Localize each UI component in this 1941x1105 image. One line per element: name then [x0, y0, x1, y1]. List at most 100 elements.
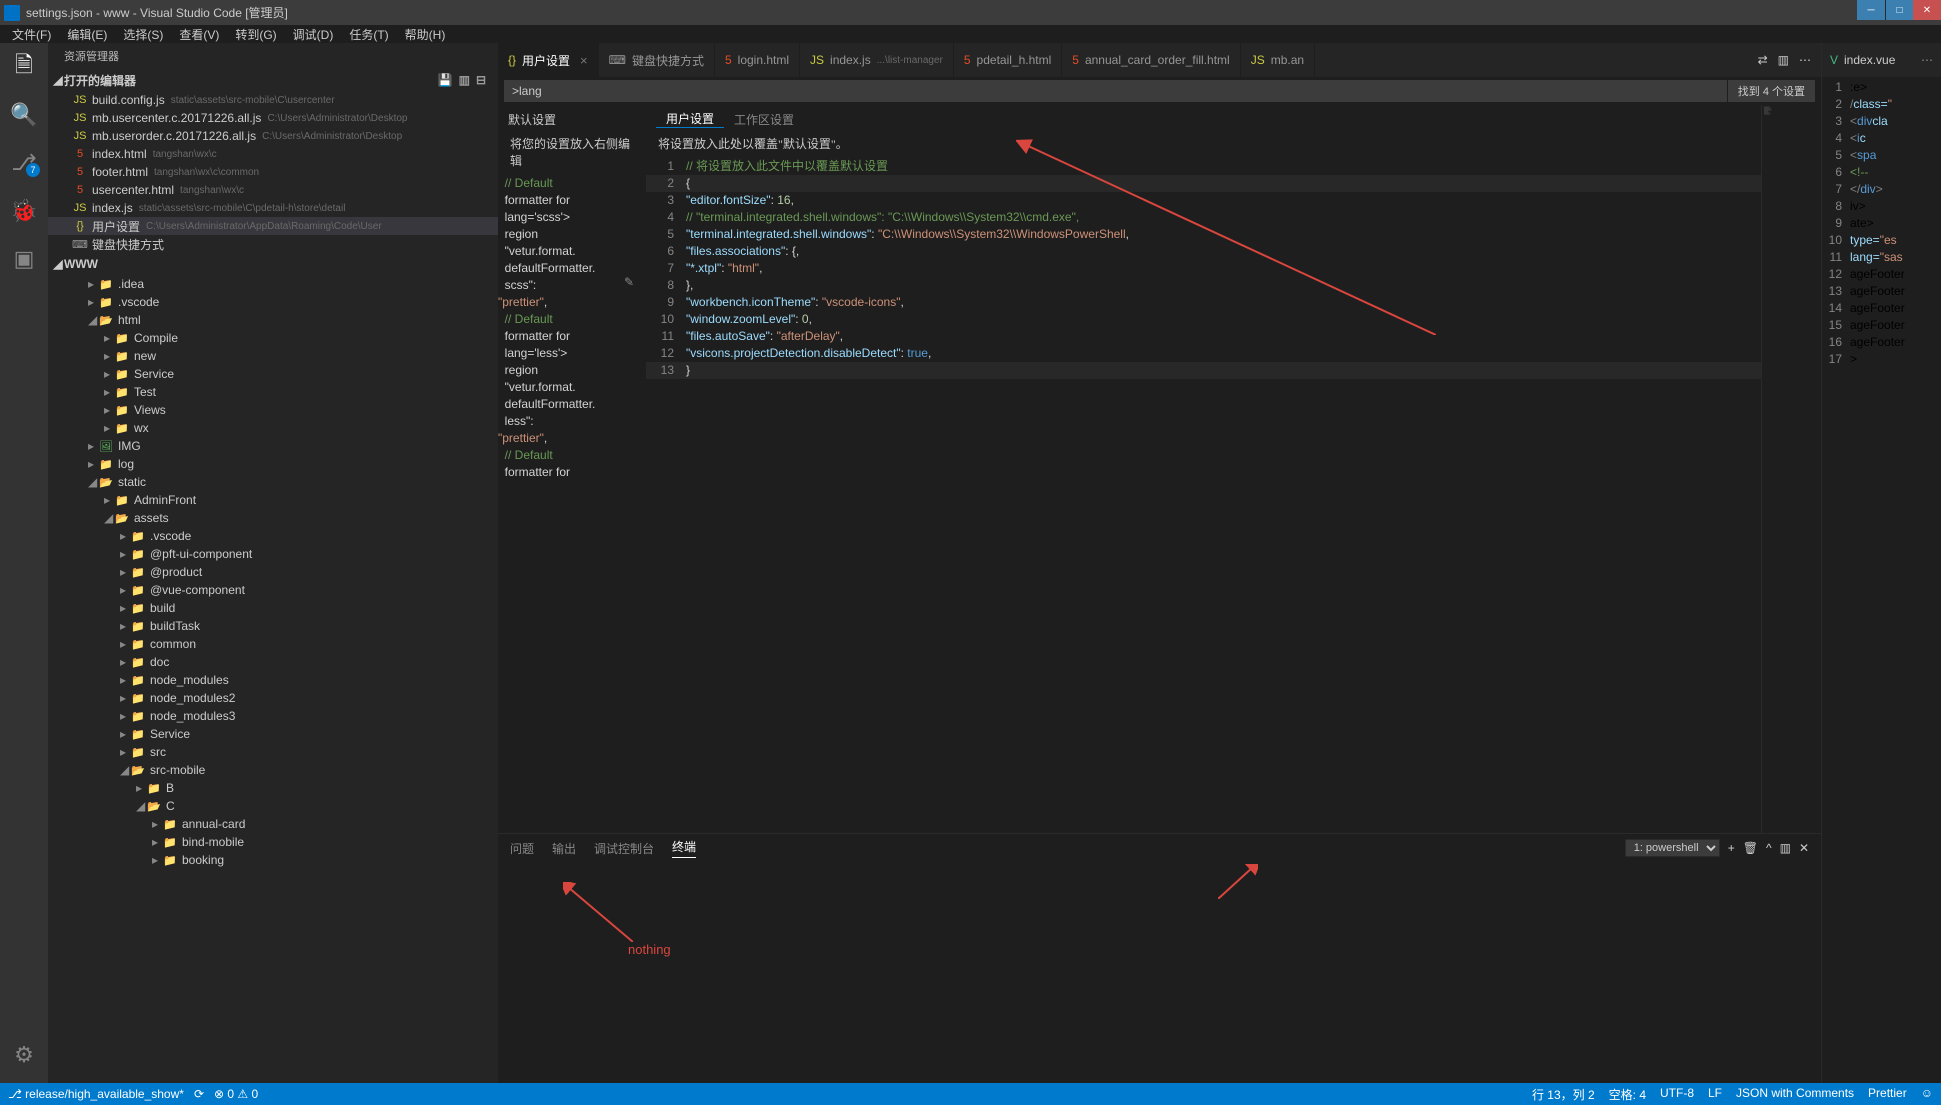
menu-item[interactable]: 编辑(E) [59, 26, 115, 43]
tree-item[interactable]: ◢ 📂src-mobile [48, 761, 498, 779]
tree-item[interactable]: ◢ 📂assets [48, 509, 498, 527]
tree-item[interactable]: ▸ 📁@product [48, 563, 498, 581]
editor-tab[interactable]: 5login.html [715, 43, 800, 77]
split-panel-icon[interactable]: ▥ [1780, 841, 1791, 855]
tree-item[interactable]: ▸ 📁src [48, 743, 498, 761]
panel-tab[interactable]: 调试控制台 [594, 840, 654, 857]
settings-scope-tab[interactable]: 工作区设置 [724, 111, 804, 128]
tree-item[interactable]: ◢ 📂html [48, 311, 498, 329]
tree-item[interactable]: ▸ 📁Service [48, 725, 498, 743]
tree-item[interactable]: ▸ 📁@pft-ui-component [48, 545, 498, 563]
menu-item[interactable]: 文件(F) [4, 26, 59, 43]
tree-item[interactable]: ▸ 📁bind-mobile [48, 833, 498, 851]
menu-item[interactable]: 查看(V) [171, 26, 227, 43]
menu-item[interactable]: 选择(S) [115, 26, 171, 43]
status-item[interactable]: Prettier [1868, 1086, 1907, 1103]
tree-item[interactable]: ▸ 🖼IMG [48, 437, 498, 455]
tree-item[interactable]: ▸ 📁node_modules3 [48, 707, 498, 725]
menu-item[interactable]: 任务(T) [341, 26, 396, 43]
tree-item[interactable]: ▸ 📁buildTask [48, 617, 498, 635]
tree-item[interactable]: ▸ 📁new [48, 347, 498, 365]
split-icon[interactable]: ▥ [459, 73, 470, 87]
open-editor-item[interactable]: ⌨键盘快捷方式 [48, 235, 498, 253]
split-icon[interactable]: ▥ [1778, 53, 1789, 67]
workspace-section[interactable]: ◢ WWW [48, 253, 498, 275]
tree-item[interactable]: ◢ 📂static [48, 473, 498, 491]
search-icon[interactable]: 🔍 [0, 99, 48, 131]
panel-tab[interactable]: 输出 [552, 840, 576, 857]
close-icon[interactable]: × [580, 53, 588, 68]
tree-item[interactable]: ▸ 📁Compile [48, 329, 498, 347]
tree-item[interactable]: ▸ 📁node_modules2 [48, 689, 498, 707]
open-editor-item[interactable]: JSmb.userorder.c.20171226.all.jsC:\Users… [48, 127, 498, 145]
open-editors-section[interactable]: ◢ 打开的编辑器 💾 ▥ ⊟ [48, 69, 498, 91]
minimize-button[interactable]: ─ [1857, 0, 1885, 20]
compare-icon[interactable]: ⇄ [1758, 53, 1768, 67]
open-editor-item[interactable]: 5index.htmltangshan\wx\c [48, 145, 498, 163]
tree-item[interactable]: ▸ 📁booking [48, 851, 498, 869]
more-icon[interactable]: ⋯ [1799, 53, 1811, 67]
tree-item[interactable]: ▸ 📁common [48, 635, 498, 653]
tree-item[interactable]: ▸ 📁Service [48, 365, 498, 383]
explorer-icon[interactable]: 🗎 [0, 51, 48, 83]
tree-item[interactable]: ▸ 📁B [48, 779, 498, 797]
settings-gear-icon[interactable]: ⚙ [0, 1039, 48, 1071]
menu-item[interactable]: 调试(D) [285, 26, 342, 43]
terminal-body[interactable]: nothing [498, 862, 1821, 1083]
kill-terminal-icon[interactable]: 🗑 [1743, 841, 1758, 855]
minimap[interactable]: ▓▓▓▓▓▓▓▓▓▓▓▓▓▓▓▓ [1761, 105, 1821, 833]
tree-item[interactable]: ▸ 📁AdminFront [48, 491, 498, 509]
open-editor-item[interactable]: 5footer.htmltangshan\wx\c\common [48, 163, 498, 181]
panel-tab[interactable]: 问题 [510, 840, 534, 857]
extensions-icon[interactable]: ▣ [0, 243, 48, 275]
tree-item[interactable]: ▸ 📁.vscode [48, 527, 498, 545]
close-all-icon[interactable]: ⊟ [476, 73, 486, 87]
close-panel-icon[interactable]: ✕ [1799, 841, 1809, 855]
status-item[interactable]: 空格: 4 [1609, 1086, 1646, 1103]
editor-tab[interactable]: JSmb.an [1241, 43, 1315, 77]
maximize-button[interactable]: □ [1885, 0, 1913, 20]
panel-tab[interactable]: 终端 [672, 838, 696, 858]
editor-tab[interactable]: 5pdetail_h.html [954, 43, 1062, 77]
editor-tab[interactable]: ⌨键盘快捷方式 [599, 43, 715, 77]
terminal-selector[interactable]: 1: powershell [1625, 839, 1720, 857]
maximize-panel-icon[interactable]: ^ [1766, 841, 1772, 855]
right-editor-tab[interactable]: V index.vue ⋯ [1822, 43, 1941, 77]
debug-icon[interactable]: 🐞 [0, 195, 48, 227]
tree-item[interactable]: ▸ 📁@vue-component [48, 581, 498, 599]
close-icon[interactable]: ⋯ [1921, 53, 1933, 67]
open-editor-item[interactable]: 5usercenter.htmltangshan\wx\c [48, 181, 498, 199]
settings-scope-tab[interactable]: 用户设置 [656, 110, 724, 128]
tree-item[interactable]: ▸ 📁Views [48, 401, 498, 419]
edit-pencil-icon[interactable]: ✎ [624, 275, 634, 289]
tree-item[interactable]: ▸ 📁annual-card [48, 815, 498, 833]
tree-item[interactable]: ▸ 📁wx [48, 419, 498, 437]
open-editor-item[interactable]: JSindex.jsstatic\assets\src-mobile\C\pde… [48, 199, 498, 217]
tree-item[interactable]: ▸ 📁node_modules [48, 671, 498, 689]
tree-item[interactable]: ◢ 📂C [48, 797, 498, 815]
open-editor-item[interactable]: JSbuild.config.jsstatic\assets\src-mobil… [48, 91, 498, 109]
right-editor-code[interactable]: 1:e>2/ class="3 <div cla4 <i c5 <spa6 <!… [1822, 77, 1941, 370]
status-item[interactable]: 行 13，列 2 [1532, 1086, 1595, 1103]
tree-item[interactable]: ▸ 📁log [48, 455, 498, 473]
status-item[interactable]: ⊗ 0 ⚠ 0 [214, 1087, 258, 1101]
menu-item[interactable]: 转到(G) [227, 26, 284, 43]
close-button[interactable]: ✕ [1913, 0, 1941, 20]
editor-tab[interactable]: 5annual_card_order_fill.html [1062, 43, 1240, 77]
tree-item[interactable]: ▸ 📁.vscode [48, 293, 498, 311]
status-item[interactable]: ⎇ release/high_available_show* [8, 1087, 184, 1101]
status-item[interactable]: ⟳ [194, 1087, 204, 1101]
tree-item[interactable]: ▸ 📁doc [48, 653, 498, 671]
status-item[interactable]: JSON with Comments [1736, 1086, 1854, 1103]
new-terminal-icon[interactable]: + [1728, 841, 1735, 855]
open-editor-item[interactable]: {}用户设置C:\Users\Administrator\AppData\Roa… [48, 217, 498, 235]
status-item[interactable]: UTF-8 [1660, 1086, 1694, 1103]
default-settings-code[interactable]: // Default formatter for lang='scss'> re… [498, 171, 642, 833]
editor-tab[interactable]: {}用户设置× [498, 43, 599, 77]
tree-item[interactable]: ▸ 📁Test [48, 383, 498, 401]
open-editor-item[interactable]: JSmb.usercenter.c.20171226.all.jsC:\User… [48, 109, 498, 127]
tree-item[interactable]: ▸ 📁build [48, 599, 498, 617]
tree-item[interactable]: ▸ 📁.idea [48, 275, 498, 293]
user-settings-code[interactable]: 1 // 将设置放入此文件中以覆盖默认设置2{3 "editor.fontSiz… [646, 154, 1761, 833]
editor-tab[interactable]: JSindex.js...\list-manager [800, 43, 954, 77]
